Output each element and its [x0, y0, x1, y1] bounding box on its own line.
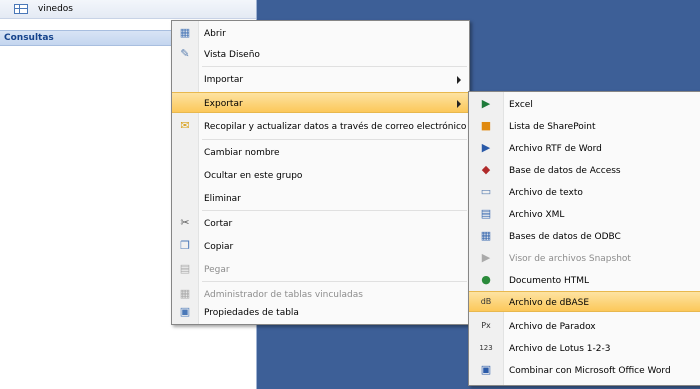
submenu-item-snapshot[interactable]: ▶ Visor de archivos Snapshot	[469, 248, 700, 269]
menu-item-label: Documento HTML	[509, 276, 590, 286]
menu-item-label: Archivo RTF de Word	[509, 144, 602, 154]
linked-tables-icon: ▦	[179, 287, 191, 300]
menu-item-ocultar[interactable]: Ocultar en este grupo	[172, 165, 469, 186]
submenu-item-html[interactable]: ● Documento HTML	[469, 270, 700, 291]
word-rtf-icon: ▶	[481, 141, 491, 154]
submenu-item-excel[interactable]: ▶ Excel	[469, 94, 700, 115]
menu-item-cambiar-nombre[interactable]: Cambiar nombre	[172, 142, 469, 163]
menu-item-abrir[interactable]: ▦ Abrir	[172, 23, 469, 44]
nav-group-label: Consultas	[4, 33, 54, 43]
copy-icon: ❐	[180, 239, 190, 252]
html-icon: ●	[481, 273, 491, 286]
menu-item-label: Combinar con Microsoft Office Word	[509, 366, 671, 376]
submenu-item-texto[interactable]: ▭ Archivo de texto	[469, 182, 700, 203]
menu-item-recopilar[interactable]: ✉ Recopilar y actualizar datos a través …	[172, 116, 469, 137]
menu-item-exportar[interactable]: Exportar	[172, 92, 469, 113]
submenu-item-lotus[interactable]: 123 Archivo de Lotus 1-2-3	[469, 338, 700, 359]
menu-item-label: Administrador de tablas vinculadas	[204, 290, 363, 300]
menu-item-label: Exportar	[204, 99, 243, 109]
context-menu: ▦ Abrir ✎ Vista Diseño Importar Exportar…	[171, 20, 470, 325]
menu-item-label: Eliminar	[204, 194, 241, 204]
menu-item-label: Bases de datos de ODBC	[509, 232, 621, 242]
word-merge-icon: ▣	[480, 363, 492, 376]
menu-item-label: Archivo de Lotus 1-2-3	[509, 344, 611, 354]
submenu-item-paradox[interactable]: Px Archivo de Paradox	[469, 316, 700, 337]
menu-item-label: Ocultar en este grupo	[204, 171, 303, 181]
menu-item-label: Abrir	[204, 29, 226, 39]
menu-item-label: Visor de archivos Snapshot	[509, 254, 631, 264]
menu-item-label: Lista de SharePoint	[509, 122, 596, 132]
menu-item-importar[interactable]: Importar	[172, 69, 469, 90]
menu-item-vista-diseno[interactable]: ✎ Vista Diseño	[172, 44, 469, 65]
access-icon: ◆	[481, 163, 491, 176]
submenu-item-xml[interactable]: ▤ Archivo XML	[469, 204, 700, 225]
sharepoint-icon: ■	[480, 119, 492, 132]
menu-separator	[202, 139, 467, 140]
menu-item-label: Copiar	[204, 242, 234, 252]
lotus-icon: 123	[479, 344, 493, 352]
menu-item-label: Archivo de dBASE	[509, 298, 590, 308]
excel-icon: ▶	[481, 97, 491, 110]
table-icon	[14, 4, 28, 14]
menu-item-eliminar[interactable]: Eliminar	[172, 188, 469, 209]
menu-item-label: Recopilar y actualizar datos a través de…	[204, 122, 467, 132]
menu-separator	[202, 281, 467, 282]
submenu-item-sharepoint[interactable]: ■ Lista de SharePoint	[469, 116, 700, 137]
submenu-item-odbc[interactable]: ▦ Bases de datos de ODBC	[469, 226, 700, 247]
menu-item-label: Propiedades de tabla	[204, 308, 299, 318]
snapshot-icon: ▶	[481, 251, 491, 264]
collect-data-icon: ✉	[180, 119, 190, 132]
dbase-icon: dB	[480, 297, 492, 306]
design-view-icon: ✎	[180, 47, 190, 60]
menu-item-cortar[interactable]: ✂ Cortar	[172, 213, 469, 234]
submenu-item-access[interactable]: ◆ Base de datos de Access	[469, 160, 700, 181]
menu-item-label: Base de datos de Access	[509, 166, 621, 176]
xml-icon: ▤	[480, 207, 492, 220]
menu-item-label: Importar	[204, 75, 244, 85]
menu-item-label: Archivo de Paradox	[509, 322, 596, 332]
export-submenu: ▶ Excel ■ Lista de SharePoint ▶ Archivo …	[468, 91, 700, 386]
submenu-item-rtf[interactable]: ▶ Archivo RTF de Word	[469, 138, 700, 159]
menu-item-label: Vista Diseño	[204, 50, 260, 60]
properties-icon: ▣	[179, 305, 191, 318]
paradox-icon: Px	[481, 321, 491, 330]
odbc-icon: ▦	[480, 229, 492, 242]
menu-item-label: Pegar	[204, 265, 230, 275]
scissors-icon: ✂	[180, 216, 190, 229]
paste-icon: ▤	[179, 262, 191, 275]
open-table-icon: ▦	[179, 26, 191, 39]
menu-item-propiedades[interactable]: ▣ Propiedades de tabla	[172, 302, 469, 323]
submenu-arrow-icon	[457, 76, 461, 84]
text-file-icon: ▭	[480, 185, 492, 198]
submenu-arrow-icon	[457, 100, 461, 108]
submenu-item-word-merge[interactable]: ▣ Combinar con Microsoft Office Word	[469, 360, 700, 381]
menu-item-label: Archivo de texto	[509, 188, 583, 198]
menu-item-label: Cortar	[204, 219, 233, 229]
menu-item-label: Archivo XML	[509, 210, 565, 220]
nav-item-label: vinedos	[38, 4, 73, 14]
submenu-item-dbase[interactable]: dB Archivo de dBASE	[469, 291, 700, 312]
menu-item-pegar[interactable]: ▤ Pegar	[172, 259, 469, 280]
menu-item-label: Excel	[509, 100, 533, 110]
menu-separator	[202, 210, 467, 211]
menu-item-copiar[interactable]: ❐ Copiar	[172, 236, 469, 257]
menu-item-label: Cambiar nombre	[204, 148, 280, 158]
nav-item-vinedos[interactable]: vinedos	[0, 0, 256, 19]
menu-separator	[202, 66, 467, 67]
